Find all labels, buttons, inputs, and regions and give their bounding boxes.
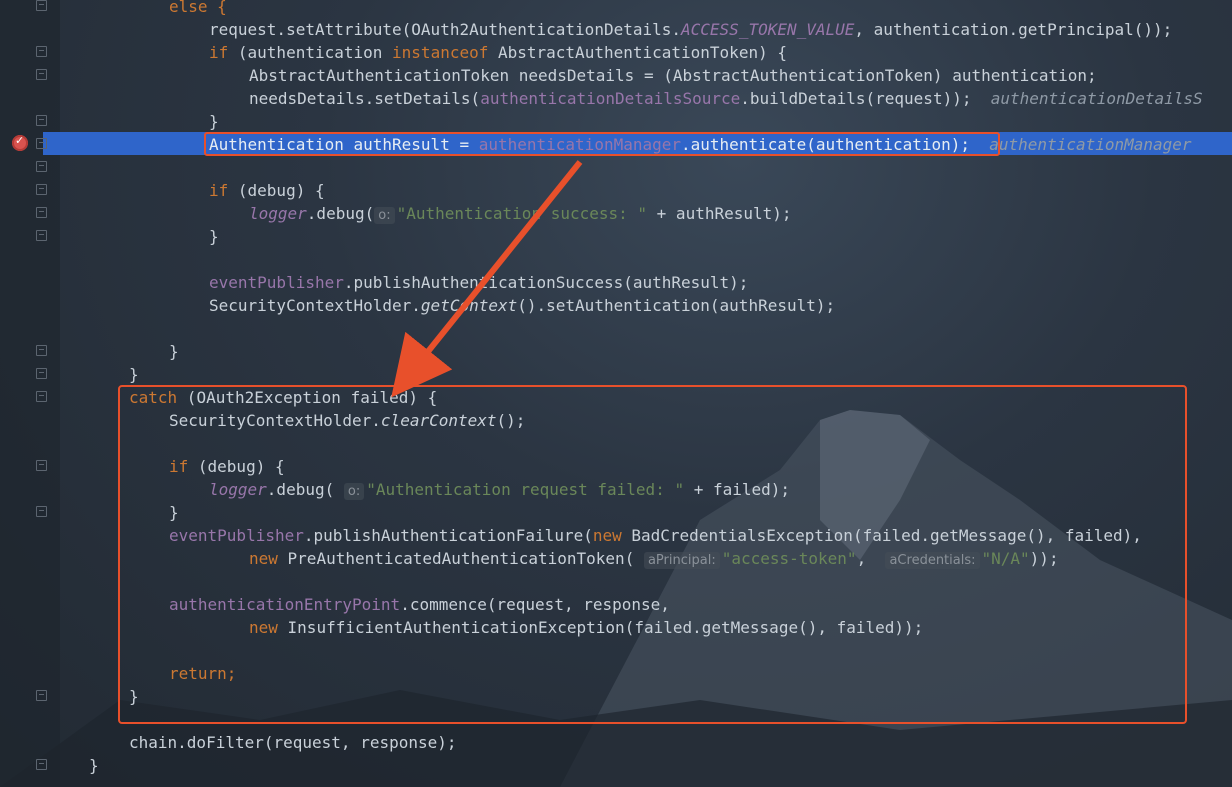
fold-marker-icon[interactable] <box>36 115 47 126</box>
code-token: (authentication <box>228 43 393 62</box>
fold-marker-icon[interactable] <box>36 368 47 379</box>
code-line[interactable]: if (authentication instanceof AbstractAu… <box>209 41 787 64</box>
fold-marker-icon[interactable] <box>36 138 47 149</box>
code-line[interactable]: if (debug) { <box>209 179 325 202</box>
inline-debug-value: authenticationDetailsS <box>990 89 1203 108</box>
code-line[interactable]: SecurityContextHolder.getContext().setAu… <box>209 294 835 317</box>
fold-marker-icon[interactable] <box>36 759 47 770</box>
code-line[interactable]: chain.doFilter(request, response); <box>129 731 457 754</box>
code-token: , authentication.getPrincipal()); <box>854 20 1173 39</box>
fold-marker-icon[interactable] <box>36 46 47 57</box>
code-line[interactable]: eventPublisher.publishAuthenticationSucc… <box>209 271 748 294</box>
code-token: chain.doFilter(request, response); <box>129 733 457 752</box>
code-token: "Authentication success: " <box>396 204 648 223</box>
fold-marker-icon[interactable] <box>36 345 47 356</box>
fold-marker-icon[interactable] <box>36 391 47 402</box>
fold-marker-icon[interactable] <box>36 0 47 11</box>
fold-marker-icon[interactable] <box>36 460 47 471</box>
fold-marker-icon[interactable] <box>36 207 47 218</box>
fold-marker-icon[interactable] <box>36 506 47 517</box>
code-token: } <box>129 365 139 384</box>
annotation-box-authenticate-call <box>204 132 1000 156</box>
code-token: .debug( <box>306 204 375 223</box>
code-token: instanceof <box>392 43 489 62</box>
code-token: else { <box>169 0 227 16</box>
code-line[interactable]: } <box>89 754 99 777</box>
inline-debug-value: authenticationManager <box>989 135 1192 154</box>
code-token: SecurityContextHolder. <box>209 296 421 315</box>
code-token: request.setAttribute(OAuth2Authenticatio… <box>209 20 682 39</box>
code-line[interactable]: logger.debug(o: "Authentication success: … <box>249 202 792 225</box>
fold-marker-icon[interactable] <box>36 69 47 80</box>
code-line[interactable]: else { <box>169 0 227 18</box>
fold-marker-icon[interactable] <box>36 161 47 172</box>
code-line[interactable]: needsDetails.setDetails(authenticationDe… <box>249 87 1203 110</box>
code-token: (debug) { <box>228 181 325 200</box>
code-line[interactable]: request.setAttribute(OAuth2Authenticatio… <box>209 18 1172 41</box>
code-token: .publishAuthenticationSuccess(authResult… <box>343 273 749 292</box>
code-line[interactable]: } <box>129 363 139 386</box>
code-line[interactable]: } <box>209 110 219 133</box>
code-token: logger <box>249 204 307 223</box>
code-token: needsDetails.setDetails( <box>249 89 481 108</box>
code-token: ACCESS_TOKEN_VALUE <box>681 20 855 39</box>
code-token: eventPublisher <box>209 273 344 292</box>
breakpoint-icon[interactable] <box>12 134 28 151</box>
code-token: authenticationDetailsSource <box>480 89 741 108</box>
fold-marker-icon[interactable] <box>36 230 47 241</box>
code-line[interactable]: } <box>209 225 219 248</box>
editor-gutter <box>0 0 60 787</box>
code-token: + authResult); <box>647 204 792 223</box>
code-token: } <box>209 227 219 246</box>
code-token: AbstractAuthenticationToken needsDetails… <box>249 66 1097 85</box>
code-token: } <box>209 112 219 131</box>
parameter-hint: o: <box>374 207 395 224</box>
code-token: ().setAuthentication(authResult); <box>517 296 836 315</box>
code-token: } <box>89 756 99 775</box>
code-token: .buildDetails(request)); <box>740 89 972 108</box>
code-line[interactable]: AbstractAuthenticationToken needsDetails… <box>249 64 1097 87</box>
fold-marker-icon[interactable] <box>36 690 47 701</box>
code-token: AbstractAuthenticationToken) { <box>488 43 787 62</box>
code-line[interactable]: } <box>169 340 179 363</box>
code-token: } <box>169 342 179 361</box>
annotation-box-catch-block <box>118 385 1187 724</box>
code-token: if <box>209 43 229 62</box>
code-token: getContext <box>420 296 518 315</box>
code-token: if <box>209 181 229 200</box>
fold-marker-icon[interactable] <box>36 184 47 195</box>
